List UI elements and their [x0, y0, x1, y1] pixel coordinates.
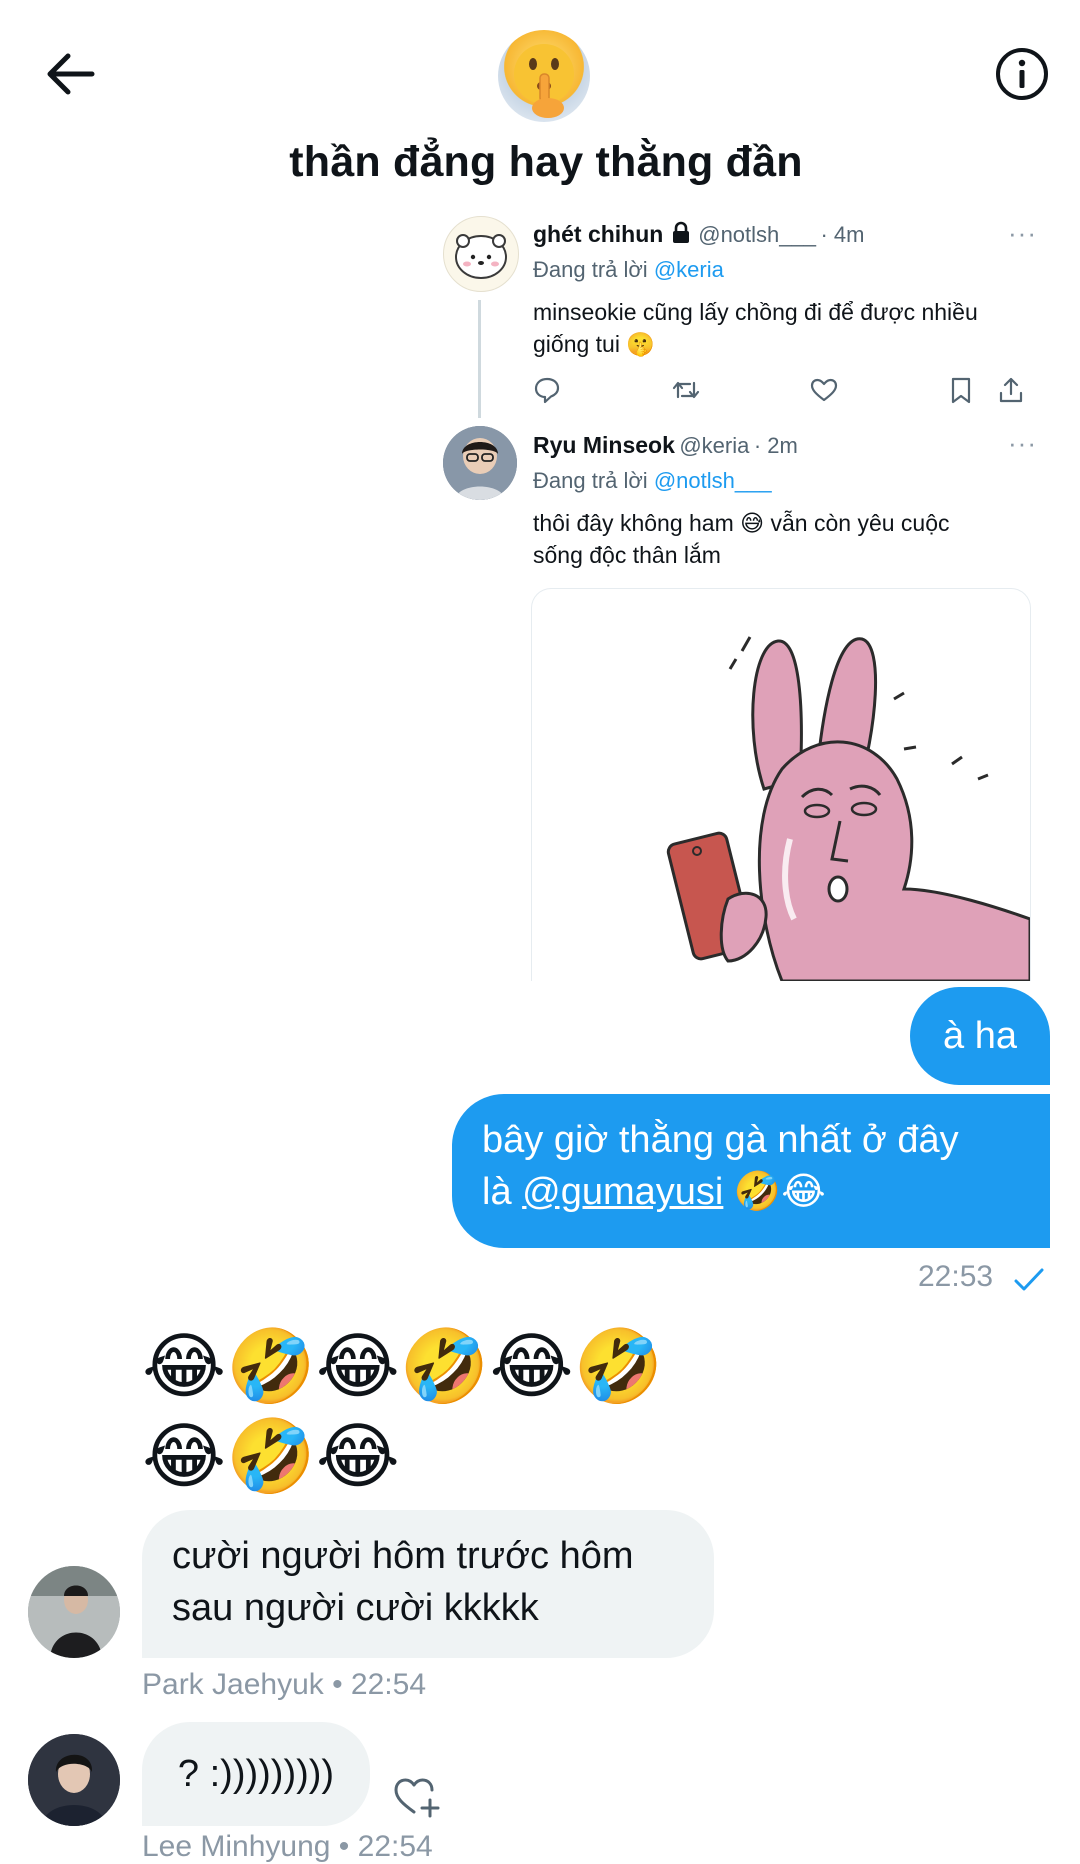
pink-bunny-sticker-image — [666, 636, 1030, 981]
arrow-left-icon — [47, 53, 95, 95]
tweet-2-more-button[interactable]: ··· — [1008, 428, 1037, 459]
incoming-message-bubble[interactable]: ? :))))))))) — [142, 1722, 370, 1826]
back-button[interactable] — [40, 45, 100, 105]
emoji-text: 🤣😂 — [723, 1171, 826, 1213]
message-text-line: bây giờ thằng gà nhất ở đây — [482, 1119, 959, 1161]
tweet-media-image[interactable] — [531, 588, 1031, 981]
message-text: ? :))))))))) — [177, 1753, 335, 1795]
tweet-2-avatar[interactable] — [443, 426, 517, 500]
add-reaction-icon — [394, 1778, 440, 1818]
tweet-2-header: Ryu Minseok @keria · 2m — [533, 432, 798, 459]
lee-minhyung-avatar[interactable] — [28, 1734, 120, 1826]
incoming-message-bubble[interactable]: cười người hôm trước hôm sau người cười … — [142, 1510, 714, 1658]
conversation-title: thần đẳng hay thằng đần — [289, 138, 803, 186]
tweet-1-time: · 4m — [820, 222, 865, 247]
tweet-2-text-line: thôi đây không ham 😅 vẫn còn yêu cuộc — [533, 510, 950, 536]
outgoing-message-bubble[interactable]: à ha — [910, 987, 1050, 1085]
sender-name-timestamp: Park Jaehyuk • 22:54 — [142, 1668, 427, 1701]
park-jaehyuk-avatar[interactable] — [28, 1566, 120, 1658]
tweet-1-text: minseokie cũng lấy chồng đi để được nhiề… — [533, 296, 1033, 360]
heart-icon[interactable] — [809, 375, 839, 405]
message-text-line: cười người hôm trước hôm — [172, 1535, 634, 1577]
emoji-row: 😂🤣😂🤣😂🤣 — [142, 1327, 664, 1407]
outgoing-message-bubble[interactable]: bây giờ thằng gà nhất ở đây là @gumayusi… — [452, 1094, 1050, 1248]
info-icon — [996, 48, 1048, 100]
person-avatar-icon — [443, 426, 517, 500]
outgoing-timestamp: 22:53 — [918, 1260, 994, 1293]
tweet-1-avatar[interactable] — [443, 216, 519, 292]
thread-connector-line — [478, 300, 481, 418]
tweet-2-reply-context: Đang trả lời @notlsh___ — [533, 468, 772, 494]
tweet-2-time: · 2m — [753, 433, 798, 458]
tweet-1-display-name[interactable]: ghét chihun — [533, 221, 663, 247]
tweet-1-header: ghét chihun @notlsh___ · 4m — [533, 221, 864, 248]
reply-prefix: Đang trả lời — [533, 257, 648, 282]
add-reaction-button[interactable] — [392, 1770, 444, 1820]
message-text: à ha — [943, 1015, 1017, 1057]
tweet-1-handle: @notlsh___ — [698, 222, 816, 247]
share-icon[interactable] — [996, 375, 1026, 405]
tweet-1-text-line: minseokie cũng lấy chồng đi để được nhiề… — [533, 299, 978, 325]
group-avatar[interactable] — [498, 30, 590, 122]
retweet-icon[interactable] — [671, 375, 701, 405]
tweet-1-reply-context: Đang trả lời @keria — [533, 257, 724, 283]
sender-name-timestamp: Lee Minhyung • 22:54 — [142, 1830, 433, 1863]
person-avatar-icon — [28, 1566, 120, 1658]
gumayusi-mention-link[interactable]: @gumayusi — [522, 1171, 723, 1213]
tweet-2-display-name[interactable]: Ryu Minseok — [533, 432, 675, 458]
lock-icon — [672, 221, 689, 243]
reply-prefix: Đang trả lời — [533, 468, 648, 493]
bookmark-icon[interactable] — [946, 375, 976, 405]
reply-to-mention[interactable]: @keria — [654, 257, 724, 282]
check-icon — [1014, 1268, 1044, 1291]
message-text-line: sau người cười kkkkk — [172, 1587, 539, 1629]
reply-to-mention[interactable]: @notlsh___ — [654, 468, 772, 493]
shushing-face-icon — [514, 44, 574, 118]
person-avatar-icon — [28, 1734, 120, 1826]
tweet-1-more-button[interactable]: ··· — [1008, 218, 1037, 249]
emoji-row: 😂🤣😂 — [142, 1417, 400, 1497]
tweet-1-text-line: giống tui 🤫 — [533, 331, 655, 357]
message-text-line: là @gumayusi 🤣😂 — [482, 1166, 1040, 1218]
tweet-2-handle: @keria — [679, 433, 750, 458]
tweet-2-text: thôi đây không ham 😅 vẫn còn yêu cuộc số… — [533, 507, 1033, 571]
conversation-info-button[interactable] — [992, 44, 1052, 104]
bear-avatar-icon — [455, 234, 507, 279]
reply-icon[interactable] — [532, 375, 562, 405]
emoji-only-message[interactable]: 😂🤣😂🤣😂🤣 😂🤣😂 — [142, 1322, 702, 1502]
tweet-2-text-line: sống độc thân lắm — [533, 542, 721, 568]
message-text-prefix: là — [482, 1171, 523, 1213]
